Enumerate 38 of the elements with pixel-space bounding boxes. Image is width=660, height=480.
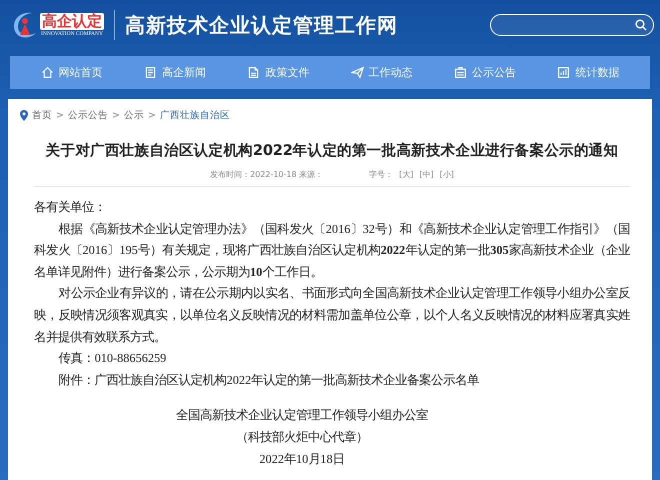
logo-text: 高企认定 <box>40 12 104 30</box>
breadcrumb-link[interactable]: 广西壮族自治区 <box>160 108 230 122</box>
paragraph-text: 对公示企业有异议的，请在公示期内以实名、书面形式向全国高新技术企业认定管理工作领导小组办公室反映，反映情况须客观真实，以单位名义反映情况的材料需加盖单位公章，以个人名义反映情况的材料应署真实姓名并提供有效联系方式。 <box>34 285 630 346</box>
paragraph-text: 根据《高新技术企业认定管理办法》（国科发火〔2016〕32号）和《高新技术企业认定管理工作指引》（国科发火〔2016〕195号）有关规定，现将广西壮族自治区认定机构2022年认定的第一批305家高新技术企业（企业名单详见附件）进行备案公示，公示期为10个工作日。 <box>34 220 630 281</box>
breadcrumb-link[interactable]: 公示 <box>124 108 144 122</box>
breadcrumb-link[interactable]: 公示公告 <box>68 108 108 122</box>
publish-info: 发布时间：2022-10-18 来源： <box>210 169 324 180</box>
signature-text: （科技部火炬中心代章） <box>235 428 369 446</box>
paragraph-text: 附件：广西壮族自治区认定机构2022年认定的第一批高新技术企业备案公示名单 <box>58 372 480 389</box>
clipboard-icon <box>454 66 467 79</box>
breadcrumb-separator: > <box>148 110 156 120</box>
file-icon <box>247 66 260 79</box>
paragraph-text: 传真：010-88656259 <box>58 350 168 368</box>
paper-plane-icon <box>350 66 364 79</box>
nav-item[interactable]: 高企新闻 <box>142 61 208 84</box>
salutation-text: 各有关单位： <box>34 199 107 216</box>
site-title: 高新技术企业认定管理工作网 <box>125 14 399 38</box>
breadcrumb-separator: > <box>112 110 120 120</box>
font-size-link[interactable]: [大] <box>399 169 414 180</box>
font-size-link[interactable]: [小] <box>440 169 454 180</box>
search-icon[interactable] <box>635 19 647 31</box>
nav-item[interactable]: 公示公告 <box>452 61 518 84</box>
location-pin-icon <box>20 110 28 120</box>
document-icon <box>144 66 157 79</box>
nav-item[interactable]: 统计数据 <box>555 61 622 84</box>
nav-item[interactable]: 网站首页 <box>38 61 105 84</box>
breadcrumb-link[interactable]: 首页 <box>32 108 52 122</box>
nav-item[interactable]: 工作动态 <box>348 61 415 84</box>
signature-text: 全国高新技术企业认定管理工作领导小组办公室 <box>175 407 429 424</box>
search-field[interactable] <box>490 14 654 36</box>
nav-item[interactable]: 政策文件 <box>245 61 312 84</box>
signature-text: 2022年10月18日 <box>258 450 346 468</box>
home-icon <box>40 66 54 79</box>
article-title: 关于对广西壮族自治区认定机构2022年认定的第一批高新技术企业进行备案公示的通知 <box>44 141 620 160</box>
chart-icon <box>557 66 570 79</box>
breadcrumb-separator: > <box>56 110 64 120</box>
font-size-label: 字号： <box>369 169 394 180</box>
font-size-link[interactable]: [中] <box>419 169 434 180</box>
